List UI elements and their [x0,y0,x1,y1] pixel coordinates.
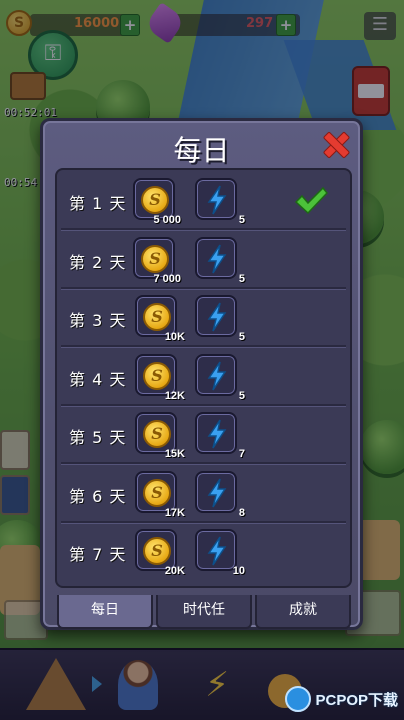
coin-amount: 17K [164,506,185,519]
coin-icon: S [143,361,171,390]
reward-row: 第 4 天 S 12K 5 [61,350,346,406]
day-label: 第 7 天 [69,545,127,564]
tab-bar: 每日 时代任 成就 [57,595,352,629]
day-label: 第 6 天 [69,486,127,506]
day-label: 第 2 天 [69,252,127,272]
reward-row: 第 7 天 S 20K 10 [61,525,346,581]
checkmark-icon [294,186,328,215]
row-divider [61,228,346,230]
reward-row: 第 6 天 S 17K 8 [61,467,346,523]
dialog-title: 每日 [173,134,230,167]
energy-amount: 8 [238,506,245,519]
coin-amount: 7 000 [153,272,181,285]
day-label: 第 3 天 [69,311,127,330]
reward-row: 第 3 天 S 10K 5 [61,291,346,347]
reward-row: 第 5 天 S 15K 7 [61,408,346,464]
watermark-text: PCPOP下载 [315,691,398,709]
tab-era-tasks[interactable]: 时代任 [156,595,252,629]
energy-amount: 5 [238,389,245,402]
coin-icon: S [143,420,171,448]
energy-amount: 10 [232,565,245,577]
lightning-icon [207,185,227,215]
lightning-icon [207,361,227,390]
tab-achievements[interactable]: 成就 [255,595,351,629]
watermark: PCPOP下载 [285,684,398,714]
coin-amount: 12K [164,389,185,402]
row-divider [61,520,346,523]
coin-icon: S [143,303,171,331]
coin-amount: 10K [164,331,185,343]
row-divider [61,345,346,347]
reward-row: 第 2 天 S7 000 5 [61,233,346,289]
lightning-icon [207,244,227,273]
day-label: 第 5 天 [69,428,127,447]
row-divider [61,403,346,406]
coin-amount: 15K [164,448,185,460]
pcpop-logo-icon [285,686,312,712]
day-label: 第 1 天 [69,194,127,213]
tab-daily[interactable]: 每日 [57,595,153,629]
reward-row: 第 1 天 S5 000 5 [61,174,346,230]
coin-icon: S [141,244,169,273]
energy-amount: 5 [238,272,245,285]
lightning-icon [207,536,227,566]
close-icon[interactable] [320,129,350,159]
daily-rewards-dialog: 每日 第 1 天S5 000 5 第 2 天S7 000 5 第 3 天 S 10K 5 第 4… [40,118,363,630]
energy-amount: 7 [238,448,245,460]
energy-amount: 5 [238,214,245,226]
day-label: 第 4 天 [69,369,127,389]
coin-icon: S [143,478,171,507]
coin-icon: S [141,186,169,214]
energy-amount: 5 [238,331,245,343]
lightning-icon [207,419,227,449]
reward-list: 第 1 天S5 000 5 第 2 天S7 000 5 第 3 天 S 10K 5 第 4 天S… [55,168,352,588]
coin-icon: S [143,537,171,565]
lightning-icon [207,478,227,507]
row-divider [61,286,346,289]
lightning-icon [207,302,227,332]
row-divider [61,462,346,464]
coin-amount: 20K [164,565,185,577]
coin-amount: 5 000 [153,214,181,226]
